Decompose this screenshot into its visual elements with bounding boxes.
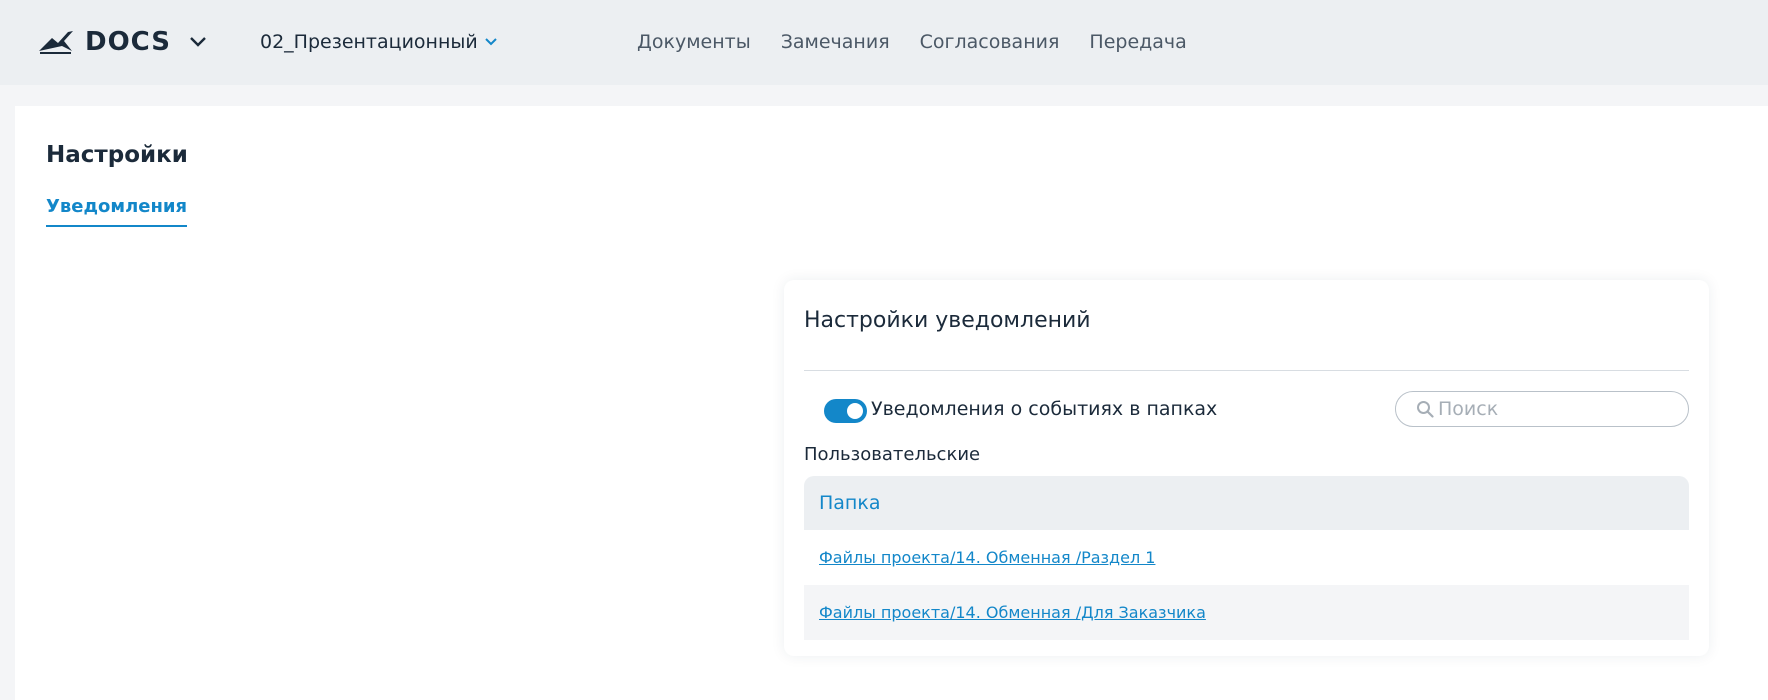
divider xyxy=(804,370,1689,371)
folder-events-toggle-label: Уведомления о событиях в папках xyxy=(871,398,1218,420)
nav-transfer[interactable]: Передача xyxy=(1089,31,1186,53)
column-header-folder[interactable]: Папка xyxy=(819,492,880,514)
search-input[interactable] xyxy=(1438,398,1678,420)
folder-events-toggle[interactable] xyxy=(824,399,867,423)
project-name: 02_Презентационный xyxy=(260,31,478,53)
nav-documents[interactable]: Документы xyxy=(637,31,751,53)
folder-link[interactable]: Файлы проекта/14. Обменная /Раздел 1 xyxy=(819,548,1155,567)
chevron-down-icon[interactable] xyxy=(189,36,207,48)
nav-approvals[interactable]: Согласования xyxy=(920,31,1060,53)
docs-logo-icon xyxy=(39,31,73,54)
table-row: Файлы проекта/14. Обменная /Раздел 1 xyxy=(804,530,1689,585)
folders-table: Папка Файлы проекта/14. Обменная /Раздел… xyxy=(804,476,1689,640)
toggle-knob xyxy=(847,403,863,419)
settings-content: Настройки Уведомления Настройки уведомле… xyxy=(15,106,1768,700)
search-icon xyxy=(1417,401,1434,418)
folder-link[interactable]: Файлы проекта/14. Обменная /Для Заказчик… xyxy=(819,603,1206,622)
notification-settings-card: Настройки уведомлений Уведомления о собы… xyxy=(784,280,1709,656)
chevron-down-icon xyxy=(485,38,497,46)
card-title: Настройки уведомлений xyxy=(804,308,1091,333)
page-title: Настройки xyxy=(46,142,188,168)
table-header: Папка xyxy=(804,476,1689,530)
nav-remarks[interactable]: Замечания xyxy=(781,31,890,53)
top-navigation-bar: DOCS 02_Презентационный Документы Замеча… xyxy=(0,0,1768,85)
project-selector[interactable]: 02_Презентационный xyxy=(260,28,498,56)
main-nav: Документы Замечания Согласования Передач… xyxy=(637,28,1217,56)
brand[interactable]: DOCS xyxy=(38,24,207,60)
brand-name: DOCS xyxy=(85,27,171,57)
search-box[interactable] xyxy=(1395,391,1689,427)
tab-notifications[interactable]: Уведомления xyxy=(46,196,188,227)
custom-group-label: Пользовательские xyxy=(804,444,981,465)
table-row: Файлы проекта/14. Обменная /Для Заказчик… xyxy=(804,585,1689,640)
